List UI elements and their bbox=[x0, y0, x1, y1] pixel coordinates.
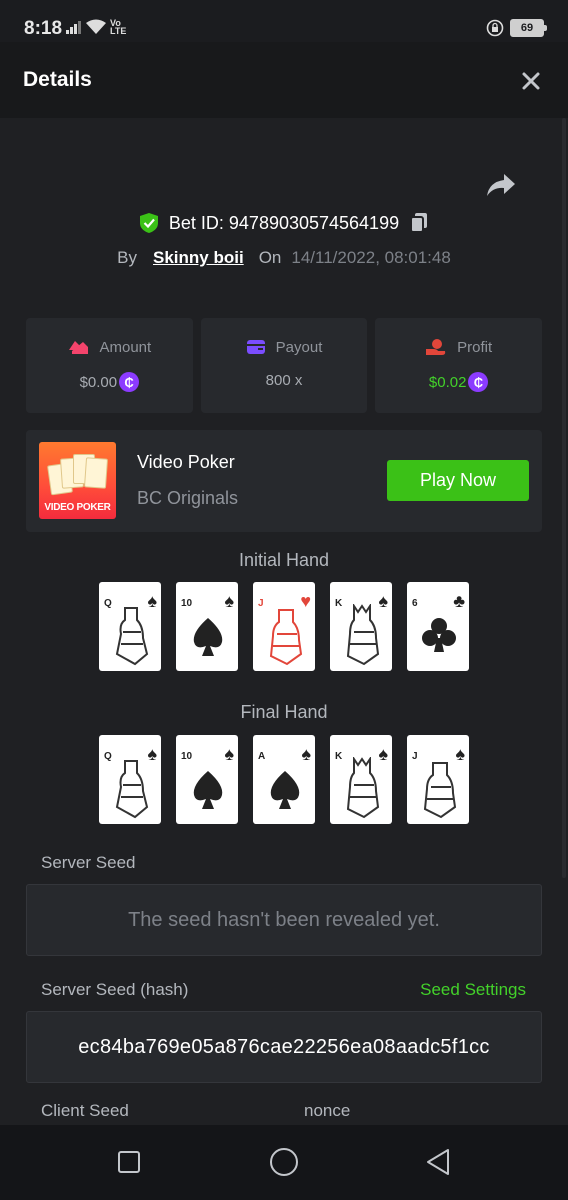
stat-label: Payout bbox=[275, 338, 323, 356]
playing-card: A ♠ bbox=[253, 735, 315, 824]
status-bar: 8:18 Vo LTE 69 bbox=[0, 0, 568, 42]
video-poker-thumbnail: VIDEO POKER bbox=[39, 442, 116, 519]
initial-hand-label: Initial Hand bbox=[238, 550, 330, 570]
playing-card: 10 ♠ bbox=[176, 582, 238, 671]
rotation-lock-icon bbox=[486, 19, 504, 37]
playing-card: K ♠ bbox=[330, 735, 392, 824]
stat-amount: Amount $0.00 ₵ bbox=[26, 318, 193, 413]
playing-card: 6 ♣ bbox=[407, 582, 469, 671]
bet-author-row: By Skinny boii On 14/11/2022, 08:01:48 bbox=[0, 248, 568, 268]
stat-value: $0.00 bbox=[79, 373, 118, 391]
game-card: VIDEO POKER Video Poker BC Originals Pla… bbox=[26, 430, 542, 532]
coin-icon: ₵ bbox=[119, 372, 140, 392]
wifi-icon bbox=[86, 19, 106, 34]
game-name: Video Poker bbox=[137, 452, 235, 472]
close-icon[interactable] bbox=[520, 70, 542, 92]
username-link[interactable]: Skinny boii bbox=[153, 248, 244, 268]
card-rank: K bbox=[335, 751, 343, 762]
queen-face-icon bbox=[115, 760, 149, 819]
status-time: 8:18 bbox=[24, 18, 63, 39]
jack-face-icon bbox=[423, 762, 457, 819]
stat-payout: Payout 800 x bbox=[200, 318, 368, 413]
nonce-label: nonce bbox=[304, 1101, 351, 1120]
playing-card: J ♥ bbox=[253, 582, 315, 671]
amount-icon bbox=[69, 341, 89, 354]
server-seed-label: Server Seed bbox=[41, 853, 136, 872]
bet-id: Bet ID: 94789030574564199 bbox=[168, 212, 400, 233]
final-hand: Q ♠ 10 ♠ A ♠ K ♠ J ♠ bbox=[99, 735, 469, 824]
playing-card: 10 ♠ bbox=[176, 735, 238, 824]
stat-label: Amount bbox=[99, 338, 152, 356]
final-hand-label: Final Hand bbox=[240, 702, 328, 722]
spade-icon bbox=[270, 771, 300, 809]
signal-icon bbox=[66, 21, 81, 34]
bet-stats: Amount $0.00 ₵ Payout 800 x Profit $0.02 bbox=[26, 318, 543, 413]
card-rank: J bbox=[258, 598, 264, 609]
share-icon[interactable] bbox=[486, 172, 516, 198]
server-seed-hash-field[interactable]: ec84ba769e05a876cae22256ea08aadc5f1cc bbox=[26, 1011, 542, 1083]
stat-value: 800 x bbox=[265, 372, 303, 389]
thumbnail-label: VIDEO POKER bbox=[44, 502, 111, 513]
stat-profit: Profit $0.02 ₵ bbox=[375, 318, 543, 413]
king-face-icon bbox=[346, 757, 380, 819]
stat-label: Profit bbox=[457, 338, 493, 356]
playing-card: K ♠ bbox=[330, 582, 392, 671]
status-right: 69 bbox=[486, 19, 547, 37]
wallet-icon bbox=[246, 340, 265, 354]
home-icon[interactable] bbox=[269, 1147, 299, 1177]
card-rank: 6 bbox=[412, 598, 418, 609]
card-rank: Q bbox=[104, 598, 112, 609]
queen-face-icon bbox=[115, 607, 149, 666]
playing-card: Q ♠ bbox=[99, 735, 161, 824]
playing-card: Q ♠ bbox=[99, 582, 161, 671]
card-rank: J bbox=[412, 751, 418, 762]
card-rank: Q bbox=[104, 751, 112, 762]
recent-apps-icon[interactable] bbox=[117, 1150, 141, 1174]
jack-face-icon bbox=[269, 609, 303, 666]
copy-icon[interactable] bbox=[409, 212, 429, 234]
profit-icon bbox=[426, 339, 446, 355]
bet-date: 14/11/2022, 08:01:48 bbox=[291, 248, 451, 267]
on-label: On bbox=[258, 248, 282, 267]
system-navigation-bar bbox=[0, 1125, 568, 1200]
battery-icon: 69 bbox=[510, 19, 547, 37]
card-rank: A bbox=[258, 751, 266, 762]
king-face-icon bbox=[346, 604, 380, 666]
playing-card: J ♠ bbox=[407, 735, 469, 824]
stat-value: $0.02 bbox=[428, 373, 467, 391]
initial-hand: Q ♠ 10 ♠ J ♥ K ♠ 6 ♣ bbox=[99, 582, 469, 671]
status-indicators: Vo LTE bbox=[66, 18, 127, 36]
back-icon[interactable] bbox=[425, 1148, 451, 1176]
volte-icon: Vo LTE bbox=[110, 18, 127, 36]
bet-id-row: Bet ID: 94789030574564199 bbox=[0, 212, 568, 234]
card-rank: K bbox=[335, 598, 343, 609]
seed-settings-link[interactable]: Seed Settings bbox=[420, 980, 526, 1000]
server-seed-field: The seed hasn't been revealed yet. bbox=[26, 884, 542, 956]
page-title: Details bbox=[23, 68, 92, 91]
play-now-button[interactable]: Play Now bbox=[387, 460, 529, 501]
details-header: Details bbox=[0, 42, 568, 118]
game-provider: BC Originals bbox=[137, 488, 239, 508]
verified-shield-icon bbox=[139, 213, 158, 233]
coin-icon: ₵ bbox=[468, 372, 489, 392]
server-seed-hash-label: Server Seed (hash) bbox=[41, 980, 189, 999]
client-seed-label: Client Seed bbox=[41, 1101, 129, 1120]
spade-icon bbox=[193, 771, 223, 809]
by-label: By bbox=[117, 248, 137, 267]
spade-icon bbox=[193, 618, 223, 656]
club-icon bbox=[422, 618, 456, 652]
